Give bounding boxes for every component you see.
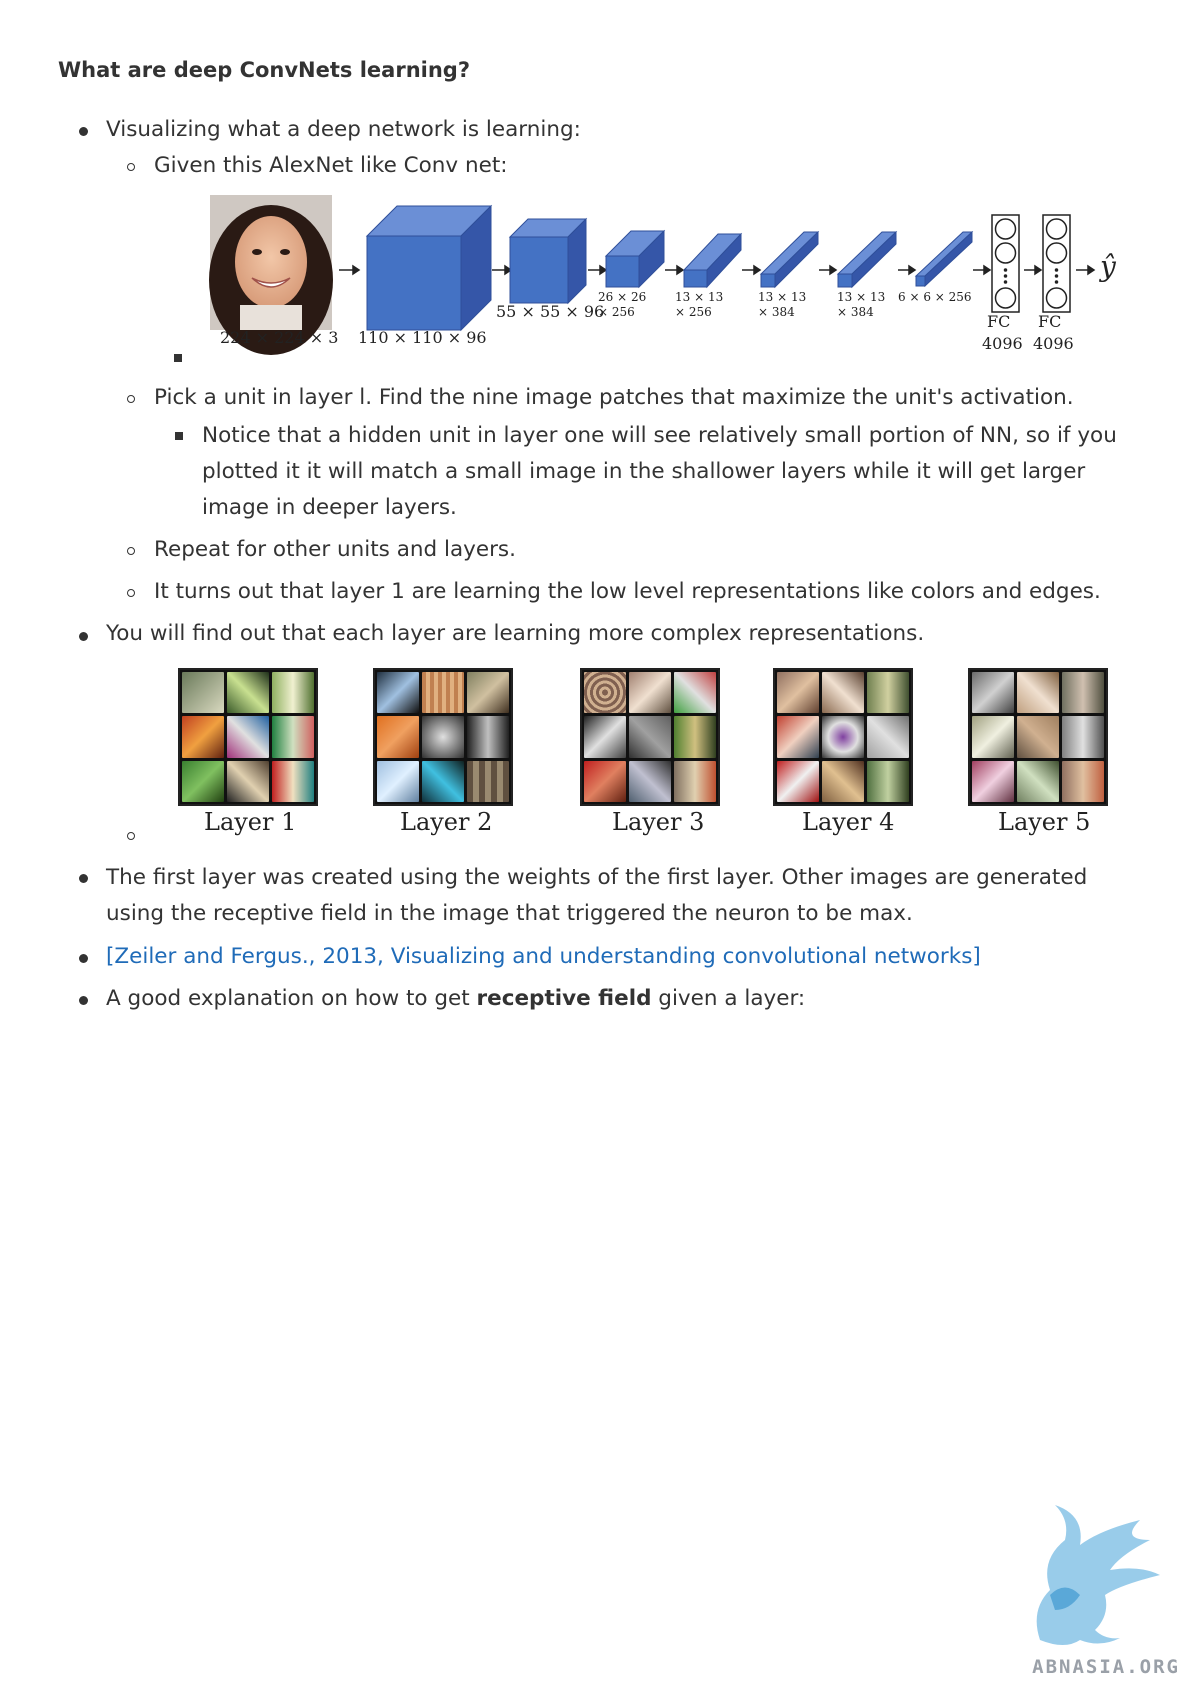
receptive-field-pre: A good explanation on how to get (106, 986, 477, 1011)
fc1-label: FC (987, 312, 1011, 331)
conv6-dim-label-a: 13 × 13 (837, 290, 886, 304)
bullet-disc (79, 996, 88, 1005)
bullet-disc (79, 874, 88, 883)
item-first-layer: The first layer was created using the we… (106, 865, 1088, 926)
layer5-label: Layer 5 (998, 808, 1091, 836)
conv3-dim-label-a: 26 × 26 (598, 290, 647, 304)
conv2-dim-label: 55 × 55 × 96 (496, 302, 605, 321)
output-y-hat: ŷ (1100, 250, 1116, 283)
receptive-field-bold: receptive field (476, 986, 652, 1011)
fc2-size-label: 4096 (1033, 334, 1074, 353)
item-pick-unit: Pick a unit in layer l. Find the nine im… (154, 385, 1074, 410)
item-layer1: It turns out that layer 1 are learning t… (154, 579, 1101, 604)
bullet-circle (127, 547, 135, 555)
fc2-label: FC (1038, 312, 1062, 331)
layer5-image (968, 668, 1108, 806)
item-complex: You will find out that each layer are le… (106, 621, 925, 646)
conv4-dim-label-b: × 256 (675, 305, 712, 319)
fc-layer-2 (1042, 214, 1071, 313)
item-notice: Notice that a hidden unit in layer one w… (202, 423, 1117, 520)
item-receptive-field: A good explanation on how to get recepti… (106, 986, 805, 1011)
fc-layer-1 (991, 214, 1020, 313)
conv5-dim-label-a: 13 × 13 (758, 290, 807, 304)
griffin-logo-icon (1036, 1505, 1160, 1645)
conv-volume-5 (759, 230, 820, 289)
bullet-circle (127, 832, 135, 840)
conv5-dim-label-b: × 384 (758, 305, 795, 319)
bullet-circle (127, 589, 135, 597)
layer4-image (773, 668, 913, 806)
conv7-dim-label: 6 × 6 × 256 (898, 290, 972, 304)
layer3-image (580, 668, 720, 806)
zeiler-fergus-link[interactable]: [Zeiler and Fergus., 2013, Visualizing a… (106, 944, 981, 969)
bullet-disc (79, 954, 88, 963)
bullet-disc (79, 632, 88, 641)
bullet-circle (127, 395, 135, 403)
receptive-field-post: given a layer: (651, 986, 806, 1011)
conv-volume-1 (365, 204, 493, 332)
bullet-square (174, 354, 182, 362)
layer2-label: Layer 2 (400, 808, 493, 836)
conv-volume-7 (914, 230, 974, 288)
conv-volume-2 (508, 217, 588, 305)
conv-volume-4 (682, 232, 743, 289)
layer1-label: Layer 1 (204, 808, 297, 836)
input-dim-label: 224 × 224 × 3 (220, 328, 339, 347)
conv6-dim-label-b: × 384 (837, 305, 874, 319)
abnasia-logo: ABNASIA.ORG (1010, 1500, 1180, 1678)
alexnet-diagram: 224 × 224 × 3 110 × 110 × 96 55 × 55 × 9… (0, 0, 1190, 360)
conv3-dim-label-b: × 256 (598, 305, 635, 319)
conv-volume-3 (604, 229, 666, 289)
item-repeat: Repeat for other units and layers. (154, 537, 516, 562)
watermark-text: ABNASIA.ORG (1032, 1656, 1180, 1678)
conv4-dim-label-a: 13 × 13 (675, 290, 724, 304)
fc1-size-label: 4096 (982, 334, 1023, 353)
conv1-dim-label: 110 × 110 × 96 (358, 328, 487, 347)
layer4-label: Layer 4 (802, 808, 895, 836)
layer2-image (373, 668, 513, 806)
conv-volume-6 (836, 230, 898, 289)
layer3-label: Layer 3 (612, 808, 705, 836)
layer1-image (178, 668, 318, 806)
bullet-square (175, 432, 183, 440)
